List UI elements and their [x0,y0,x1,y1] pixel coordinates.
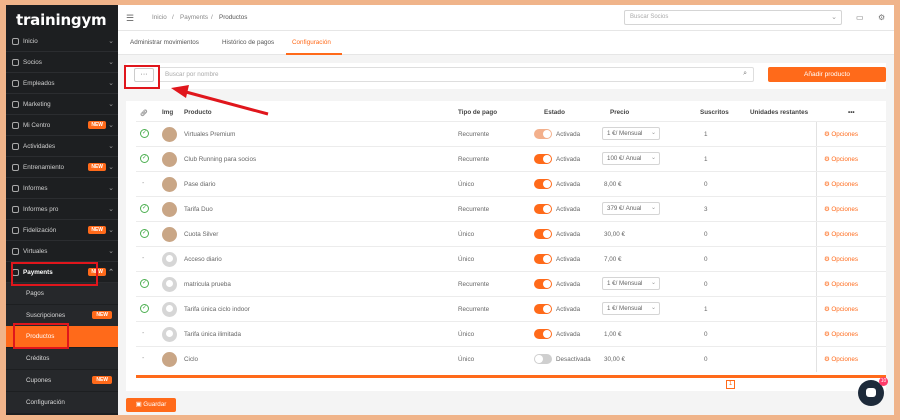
chat-notification-badge: 10 [879,377,888,386]
annotation-arrow [171,85,269,116]
app-window: trainingym Inicio ⌄ Socios ⌄ Empleados ⌄ Marke… [6,5,894,415]
